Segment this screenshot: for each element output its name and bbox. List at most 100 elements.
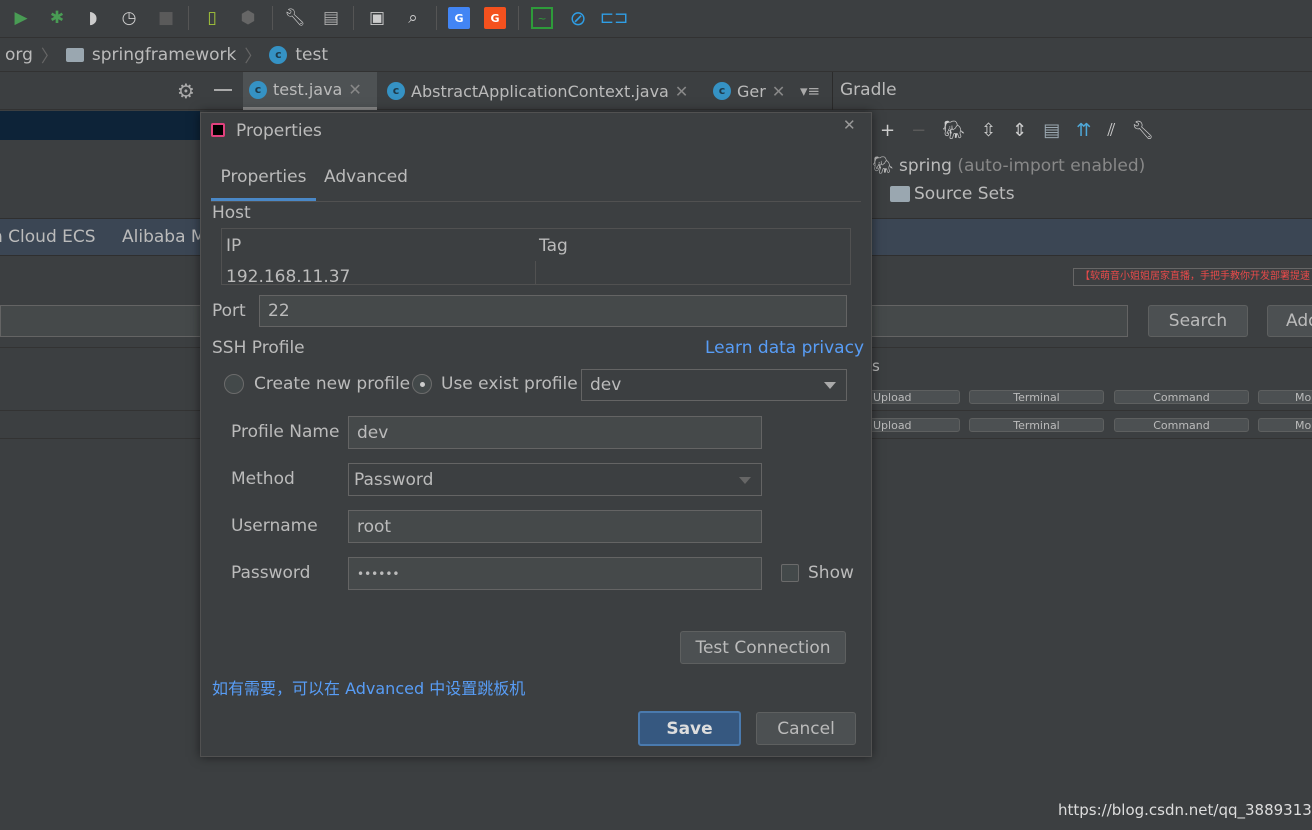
- host-table: IP Tag 192.168.11.37: [221, 228, 851, 285]
- chevron-down-icon: [824, 382, 836, 389]
- dialog-title: Properties: [236, 121, 322, 141]
- chevron-down-icon: [739, 477, 751, 484]
- upload-button[interactable]: Upload: [860, 418, 960, 432]
- elephant-icon[interactable]: 🐘︎: [942, 120, 965, 141]
- command-button[interactable]: Command: [1114, 390, 1249, 404]
- close-icon[interactable]: ✕: [348, 80, 361, 99]
- google-translate-icon[interactable]: G: [448, 7, 470, 29]
- breadcrumb: org 〉 springframework 〉 c test: [0, 38, 1312, 72]
- tab-alibaba[interactable]: Alibaba M: [122, 227, 206, 247]
- more-button[interactable]: Mo: [1258, 390, 1312, 404]
- sdk-icon[interactable]: ⬢: [237, 7, 259, 29]
- tab-underline: [211, 201, 861, 202]
- run-icon[interactable]: ▶: [10, 7, 32, 29]
- password-input[interactable]: ••••••: [348, 557, 762, 590]
- toolbar-divider: [353, 6, 354, 30]
- more-button[interactable]: Mo: [1258, 418, 1312, 432]
- search-icon[interactable]: ⌕: [402, 7, 424, 29]
- debug-icon[interactable]: ✱: [46, 7, 68, 29]
- profile-select[interactable]: dev: [581, 369, 847, 401]
- class-icon: c: [713, 82, 731, 100]
- tab-cloud-ecs[interactable]: n Cloud ECS: [0, 227, 96, 247]
- minimize-icon[interactable]: [214, 89, 232, 91]
- wrench-icon[interactable]: 🔧︎: [284, 7, 306, 29]
- section-label: s: [872, 357, 880, 375]
- username-input[interactable]: root: [348, 510, 762, 543]
- collapse-all-icon[interactable]: ⇕: [1012, 120, 1027, 141]
- port-input[interactable]: 22: [259, 295, 847, 327]
- breadcrumb-item[interactable]: org: [5, 45, 33, 65]
- offline-mode-icon[interactable]: ⫽: [1107, 120, 1115, 141]
- promo-banner[interactable]: 【软萌音小姐姐居家直播，手把手教你开发部署提速: [1073, 268, 1312, 286]
- folder-icon: [65, 47, 84, 62]
- search-button[interactable]: Search: [1148, 305, 1248, 337]
- minus-icon[interactable]: −: [911, 120, 926, 141]
- left-header-band: [0, 111, 200, 140]
- test-connection-button[interactable]: Test Connection: [680, 631, 846, 664]
- add-button[interactable]: Add: [1267, 305, 1312, 337]
- method-select-value: Password: [354, 469, 434, 490]
- upload-button[interactable]: Upload: [860, 390, 960, 404]
- profile-icon[interactable]: ◷: [118, 7, 140, 29]
- create-new-profile-radio[interactable]: [224, 374, 244, 394]
- tab-properties[interactable]: Properties: [211, 157, 316, 201]
- column-header-ip: IP: [226, 236, 242, 256]
- gradle-title: Gradle: [840, 80, 897, 100]
- breadcrumb-item[interactable]: springframework: [92, 45, 236, 65]
- column-divider: [535, 261, 536, 284]
- wrench-icon[interactable]: 🔧︎: [1131, 120, 1154, 141]
- learn-data-privacy-link[interactable]: Learn data privacy: [705, 338, 864, 358]
- column-header-tag: Tag: [539, 236, 568, 256]
- terminal-button[interactable]: Terminal: [969, 390, 1104, 404]
- android-device-icon[interactable]: ▯: [201, 7, 223, 29]
- method-select[interactable]: Password: [348, 463, 762, 496]
- tab-label: AbstractApplicationContext.java: [411, 81, 669, 101]
- use-exist-profile-label[interactable]: Use exist profile: [441, 374, 578, 394]
- terminal-button[interactable]: Terminal: [969, 418, 1104, 432]
- port-label: Port: [212, 301, 246, 321]
- show-password-checkbox[interactable]: [781, 564, 799, 582]
- username-label: Username: [231, 516, 318, 536]
- gear-icon[interactable]: ⚙: [177, 79, 195, 103]
- create-new-profile-label[interactable]: Create new profile: [254, 374, 410, 394]
- project-structure-icon[interactable]: ▤: [320, 7, 342, 29]
- profile-name-label: Profile Name: [231, 422, 340, 442]
- terminal-icon[interactable]: ▣: [366, 7, 388, 29]
- tab-label: Ger: [737, 81, 766, 101]
- close-icon[interactable]: ✕: [843, 116, 856, 134]
- stop-icon[interactable]: ■: [155, 7, 177, 29]
- close-icon[interactable]: ✕: [675, 82, 688, 101]
- plus-icon[interactable]: +: [880, 120, 895, 141]
- profile-select-value: dev: [590, 375, 622, 395]
- monitor-icon[interactable]: ~: [531, 7, 553, 29]
- toolbar-divider: [272, 6, 273, 30]
- disable-icon[interactable]: ⊘: [567, 6, 589, 30]
- tab-test-java[interactable]: c test.java ✕: [243, 72, 377, 110]
- breadcrumb-item[interactable]: test: [295, 45, 328, 65]
- tab-label: test.java: [273, 80, 343, 99]
- table-cell-ip[interactable]: 192.168.11.37: [226, 267, 350, 284]
- gradle-tree-source-sets[interactable]: Source Sets: [890, 184, 1015, 204]
- source-sets-icon[interactable]: ▤: [1043, 120, 1060, 141]
- expand-all-icon[interactable]: ⇳: [981, 120, 996, 141]
- tab-advanced[interactable]: Advanced: [321, 157, 411, 201]
- chevron-right-icon: 〉: [244, 47, 262, 67]
- sync-icon[interactable]: ⇈: [1076, 120, 1091, 141]
- class-icon: c: [249, 80, 267, 99]
- command-button[interactable]: Command: [1114, 418, 1249, 432]
- google-translate-alt-icon[interactable]: G: [484, 7, 506, 29]
- chevron-right-icon: 〉: [40, 47, 58, 67]
- profile-name-input[interactable]: dev: [348, 416, 762, 449]
- save-button[interactable]: Save: [638, 711, 741, 746]
- toolbar-divider: [518, 6, 519, 30]
- alibaba-cloud-icon[interactable]: ⊏⊐: [600, 7, 629, 29]
- show-password-label[interactable]: Show: [808, 563, 854, 583]
- gradle-tree-project[interactable]: 🐘︎ spring (auto-import enabled): [872, 156, 1145, 176]
- cancel-button[interactable]: Cancel: [756, 712, 856, 745]
- tab-abstract-application-context[interactable]: c AbstractApplicationContext.java ✕: [381, 72, 694, 110]
- use-exist-profile-radio[interactable]: [412, 374, 432, 394]
- coverage-icon[interactable]: ◗: [82, 7, 104, 29]
- tab-list-icon[interactable]: ▾≡: [800, 82, 820, 100]
- close-icon[interactable]: ✕: [772, 82, 785, 101]
- tab-ger[interactable]: c Ger ✕: [707, 72, 791, 110]
